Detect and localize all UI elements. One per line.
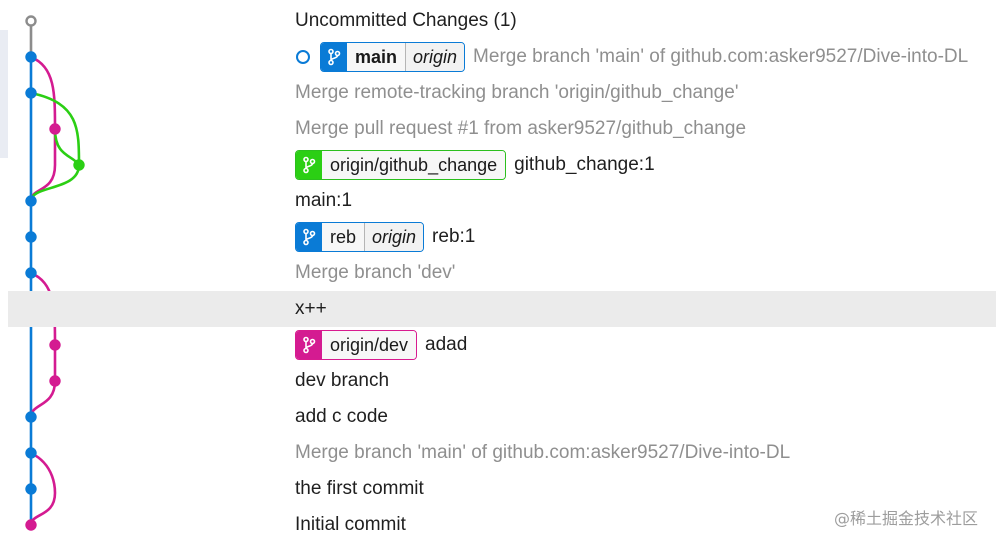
commit-message: Initial commit	[295, 514, 406, 535]
branch-icon	[296, 331, 322, 359]
commit-message: Merge branch 'dev'	[295, 262, 456, 283]
commit-node[interactable]	[25, 483, 37, 495]
commit-message: reb:1	[432, 226, 476, 247]
branch-label-github-change[interactable]: origin/github_change	[295, 150, 507, 180]
commit-node[interactable]	[25, 519, 37, 531]
branch-label-dev[interactable]: origin/dev	[295, 330, 418, 360]
commit-node[interactable]	[25, 87, 37, 99]
commit-row[interactable]: add c code	[286, 399, 996, 435]
commit-row[interactable]: main:1	[286, 183, 996, 219]
commit-message: add c code	[295, 406, 388, 427]
commit-row[interactable]: dev branch	[286, 363, 996, 399]
commit-node[interactable]	[25, 231, 37, 243]
commit-node[interactable]	[49, 375, 61, 387]
commit-row[interactable]: Merge branch 'main' of github.com:asker9…	[286, 435, 996, 471]
commit-node[interactable]	[25, 51, 37, 63]
commit-message: adad	[425, 334, 468, 355]
commit-row[interactable]: main origin Merge branch 'main' of githu…	[286, 39, 996, 75]
remote-name: origin	[364, 223, 424, 251]
commit-row[interactable]: reb origin reb:1	[286, 219, 996, 255]
branch-name: origin/dev	[322, 331, 417, 359]
branch-label-main[interactable]: main origin	[320, 42, 466, 72]
github-change-link	[53, 127, 81, 167]
watermark: @稀土掘金技术社区	[833, 509, 978, 528]
commit-message: github_change:1	[514, 154, 655, 175]
commit-row[interactable]: origin/dev adad	[286, 327, 996, 363]
branch-icon	[296, 151, 322, 179]
commit-node[interactable]	[25, 267, 37, 279]
branch-icon	[321, 43, 347, 71]
remote-name: origin	[405, 43, 465, 71]
commit-message: the first commit	[295, 478, 424, 499]
commit-row[interactable]: Merge remote-tracking branch 'origin/git…	[286, 75, 996, 111]
commit-node[interactable]	[73, 159, 85, 171]
commit-node[interactable]	[25, 411, 37, 423]
commit-row-uncommitted[interactable]: Uncommitted Changes (1)	[286, 3, 996, 39]
commit-row-selected[interactable]: x++	[8, 291, 996, 327]
commit-node[interactable]	[49, 123, 61, 135]
branch-name: main	[347, 43, 406, 71]
commit-row[interactable]: Merge branch 'dev'	[286, 255, 996, 291]
commit-message: x++	[295, 298, 327, 319]
commit-message: Merge branch 'main' of github.com:asker9…	[295, 442, 791, 463]
commit-row[interactable]: the first commit	[286, 471, 996, 507]
commit-message: dev branch	[295, 370, 390, 391]
branch-name: origin/github_change	[322, 151, 506, 179]
branch-icon	[296, 223, 322, 251]
commit-node[interactable]	[25, 447, 37, 459]
commit-message: Merge branch 'main' of github.com:asker9…	[473, 46, 969, 67]
commit-message: Uncommitted Changes (1)	[295, 10, 517, 31]
branch-label-reb[interactable]: reb origin	[295, 222, 425, 252]
branch-name: reb	[322, 223, 365, 251]
commit-node[interactable]	[25, 195, 37, 207]
commit-graph	[25, 15, 85, 531]
commit-node[interactable]	[49, 339, 61, 351]
commit-message: main:1	[295, 190, 353, 211]
commit-message: Merge pull request #1 from asker9527/git…	[295, 118, 747, 139]
uncommitted-node[interactable]	[25, 15, 37, 27]
head-indicator-icon	[296, 50, 310, 64]
commit-row[interactable]: origin/github_change github_change:1	[286, 147, 996, 183]
commit-message: Merge remote-tracking branch 'origin/git…	[295, 82, 739, 103]
commit-row[interactable]: Merge pull request #1 from asker9527/git…	[286, 111, 996, 147]
